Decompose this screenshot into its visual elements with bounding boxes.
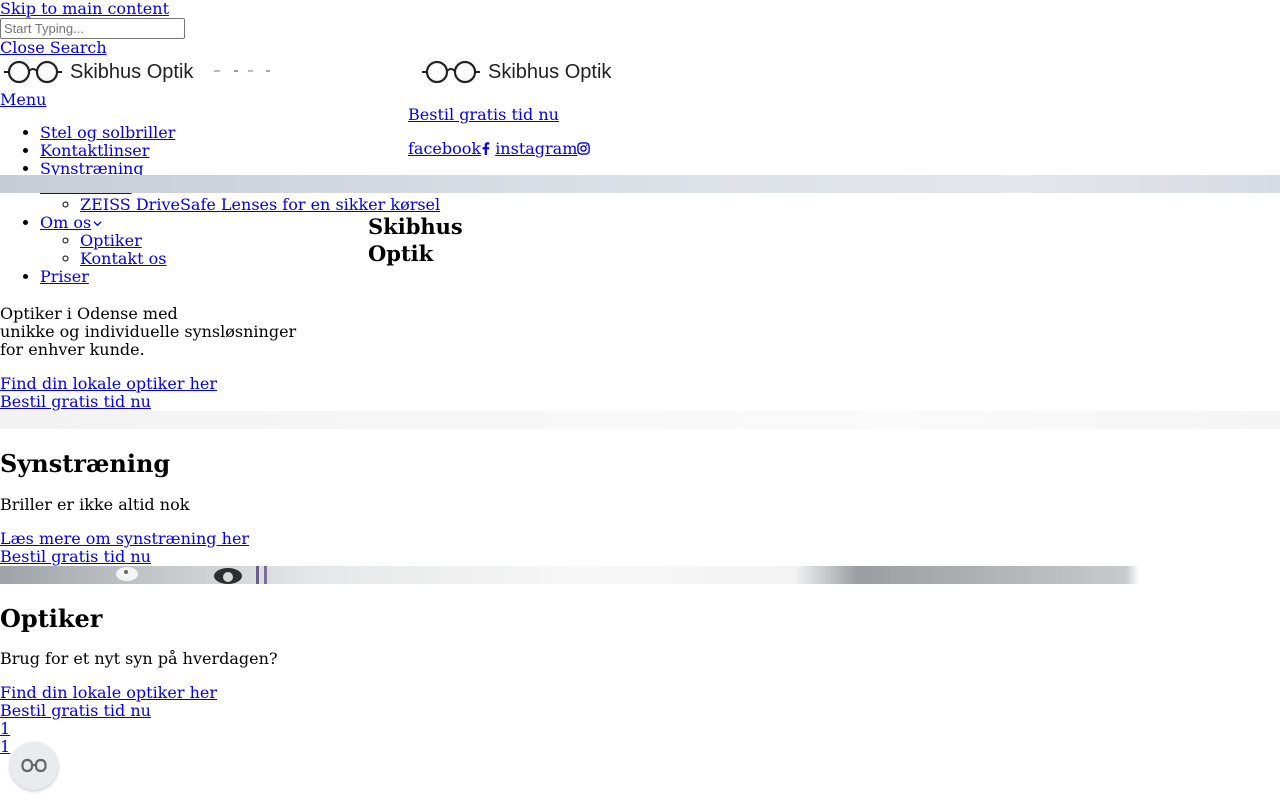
header-action-item: facebook instagram bbox=[408, 139, 591, 158]
accessibility-widget-button[interactable] bbox=[10, 742, 58, 790]
nav-link-prices[interactable]: Priser bbox=[40, 267, 89, 286]
header-action-item: Bestil gratis tid nu bbox=[408, 106, 590, 124]
accessibility-icon bbox=[21, 758, 47, 773]
facebook-icon bbox=[482, 142, 490, 155]
optician-text: Brug for et nyt syn på hverdagen? bbox=[0, 649, 278, 668]
hero-book-link[interactable]: Bestil gratis tid nu bbox=[0, 393, 151, 411]
submenu-link-optician[interactable]: Optiker bbox=[80, 231, 142, 250]
training-image-strip bbox=[0, 411, 1280, 429]
hero-text-line-3: for enhver kunde. bbox=[0, 340, 145, 359]
header-book-button[interactable]: Bestil gratis tid nu bbox=[408, 105, 559, 124]
hero-image-strip bbox=[0, 175, 1280, 193]
nav-link-about-label: Om os bbox=[40, 213, 92, 232]
optician-book-link[interactable]: Bestil gratis tid nu bbox=[0, 702, 151, 720]
slider-page-link[interactable]: 1 bbox=[0, 720, 10, 738]
nav-link-contact-lenses[interactable]: Kontaktlinser bbox=[40, 141, 149, 160]
hero-title-line-1: Skibhus bbox=[368, 214, 463, 239]
optician-heading: Optiker bbox=[0, 604, 103, 633]
nav-item: Stel og solbriller bbox=[40, 124, 440, 142]
submenu-zeiss: ZEISS DriveSafe Lenses for en sikker kør… bbox=[40, 196, 440, 214]
logo-text: Skibhus Optik bbox=[488, 60, 612, 83]
training-heading: Synstræning bbox=[0, 449, 171, 478]
site-logo[interactable]: Skibhus Optik bbox=[4, 60, 193, 84]
logo-faded-decoration bbox=[214, 70, 270, 73]
training-read-more-link[interactable]: Læs mere om synstræning her bbox=[0, 530, 249, 548]
slider-page-link[interactable]: 1 bbox=[0, 738, 10, 756]
nav-item: Priser bbox=[40, 268, 440, 286]
chevron-down-icon bbox=[93, 221, 102, 227]
nav-link-frames[interactable]: Stel og solbriller bbox=[40, 123, 175, 142]
hero-title-line-2: Optik bbox=[368, 241, 434, 266]
hero-text-line-1: Optiker i Odense med bbox=[0, 304, 178, 323]
search-input[interactable] bbox=[0, 18, 185, 39]
instagram-link[interactable]: instagram bbox=[495, 139, 591, 158]
optician-image-strip bbox=[0, 566, 1280, 584]
skip-to-content-link[interactable]: Skip to main content bbox=[0, 0, 169, 18]
close-search-link[interactable]: Close Search bbox=[0, 39, 107, 57]
facebook-link[interactable]: facebook bbox=[408, 139, 490, 158]
menu-toggle-link[interactable]: Menu bbox=[0, 91, 46, 109]
submenu-link-drivesafe[interactable]: ZEISS DriveSafe Lenses for en sikker kør… bbox=[80, 195, 440, 214]
hero-description: Optiker i Odense med unikke og individue… bbox=[0, 305, 296, 359]
submenu-link-contact[interactable]: Kontakt os bbox=[80, 249, 166, 268]
header-actions: Bestil gratis tid nu facebook instagram bbox=[408, 106, 591, 174]
site-logo-secondary[interactable]: Skibhus Optik bbox=[422, 60, 611, 84]
training-book-link[interactable]: Bestil gratis tid nu bbox=[0, 548, 151, 566]
logo-text: Skibhus Optik bbox=[70, 60, 194, 83]
nav-link-about[interactable]: Om os bbox=[40, 213, 102, 232]
hero-title: Skibhus Optik bbox=[368, 213, 463, 267]
instagram-label: instagram bbox=[495, 139, 578, 158]
hero-text-line-2: unikke og individuelle synsløsninger bbox=[0, 322, 297, 341]
facebook-label: facebook bbox=[408, 139, 482, 158]
glasses-icon bbox=[422, 60, 480, 84]
instagram-icon bbox=[577, 142, 591, 155]
hero-find-optician-link[interactable]: Find din lokale optiker her bbox=[0, 375, 217, 393]
submenu-item: ZEISS DriveSafe Lenses for en sikker kør… bbox=[80, 196, 440, 214]
optician-find-link[interactable]: Find din lokale optiker her bbox=[0, 684, 217, 702]
training-text: Briller er ikke altid nok bbox=[0, 495, 190, 514]
nav-item: Kontaktlinser bbox=[40, 142, 440, 160]
glasses-icon bbox=[4, 60, 62, 84]
